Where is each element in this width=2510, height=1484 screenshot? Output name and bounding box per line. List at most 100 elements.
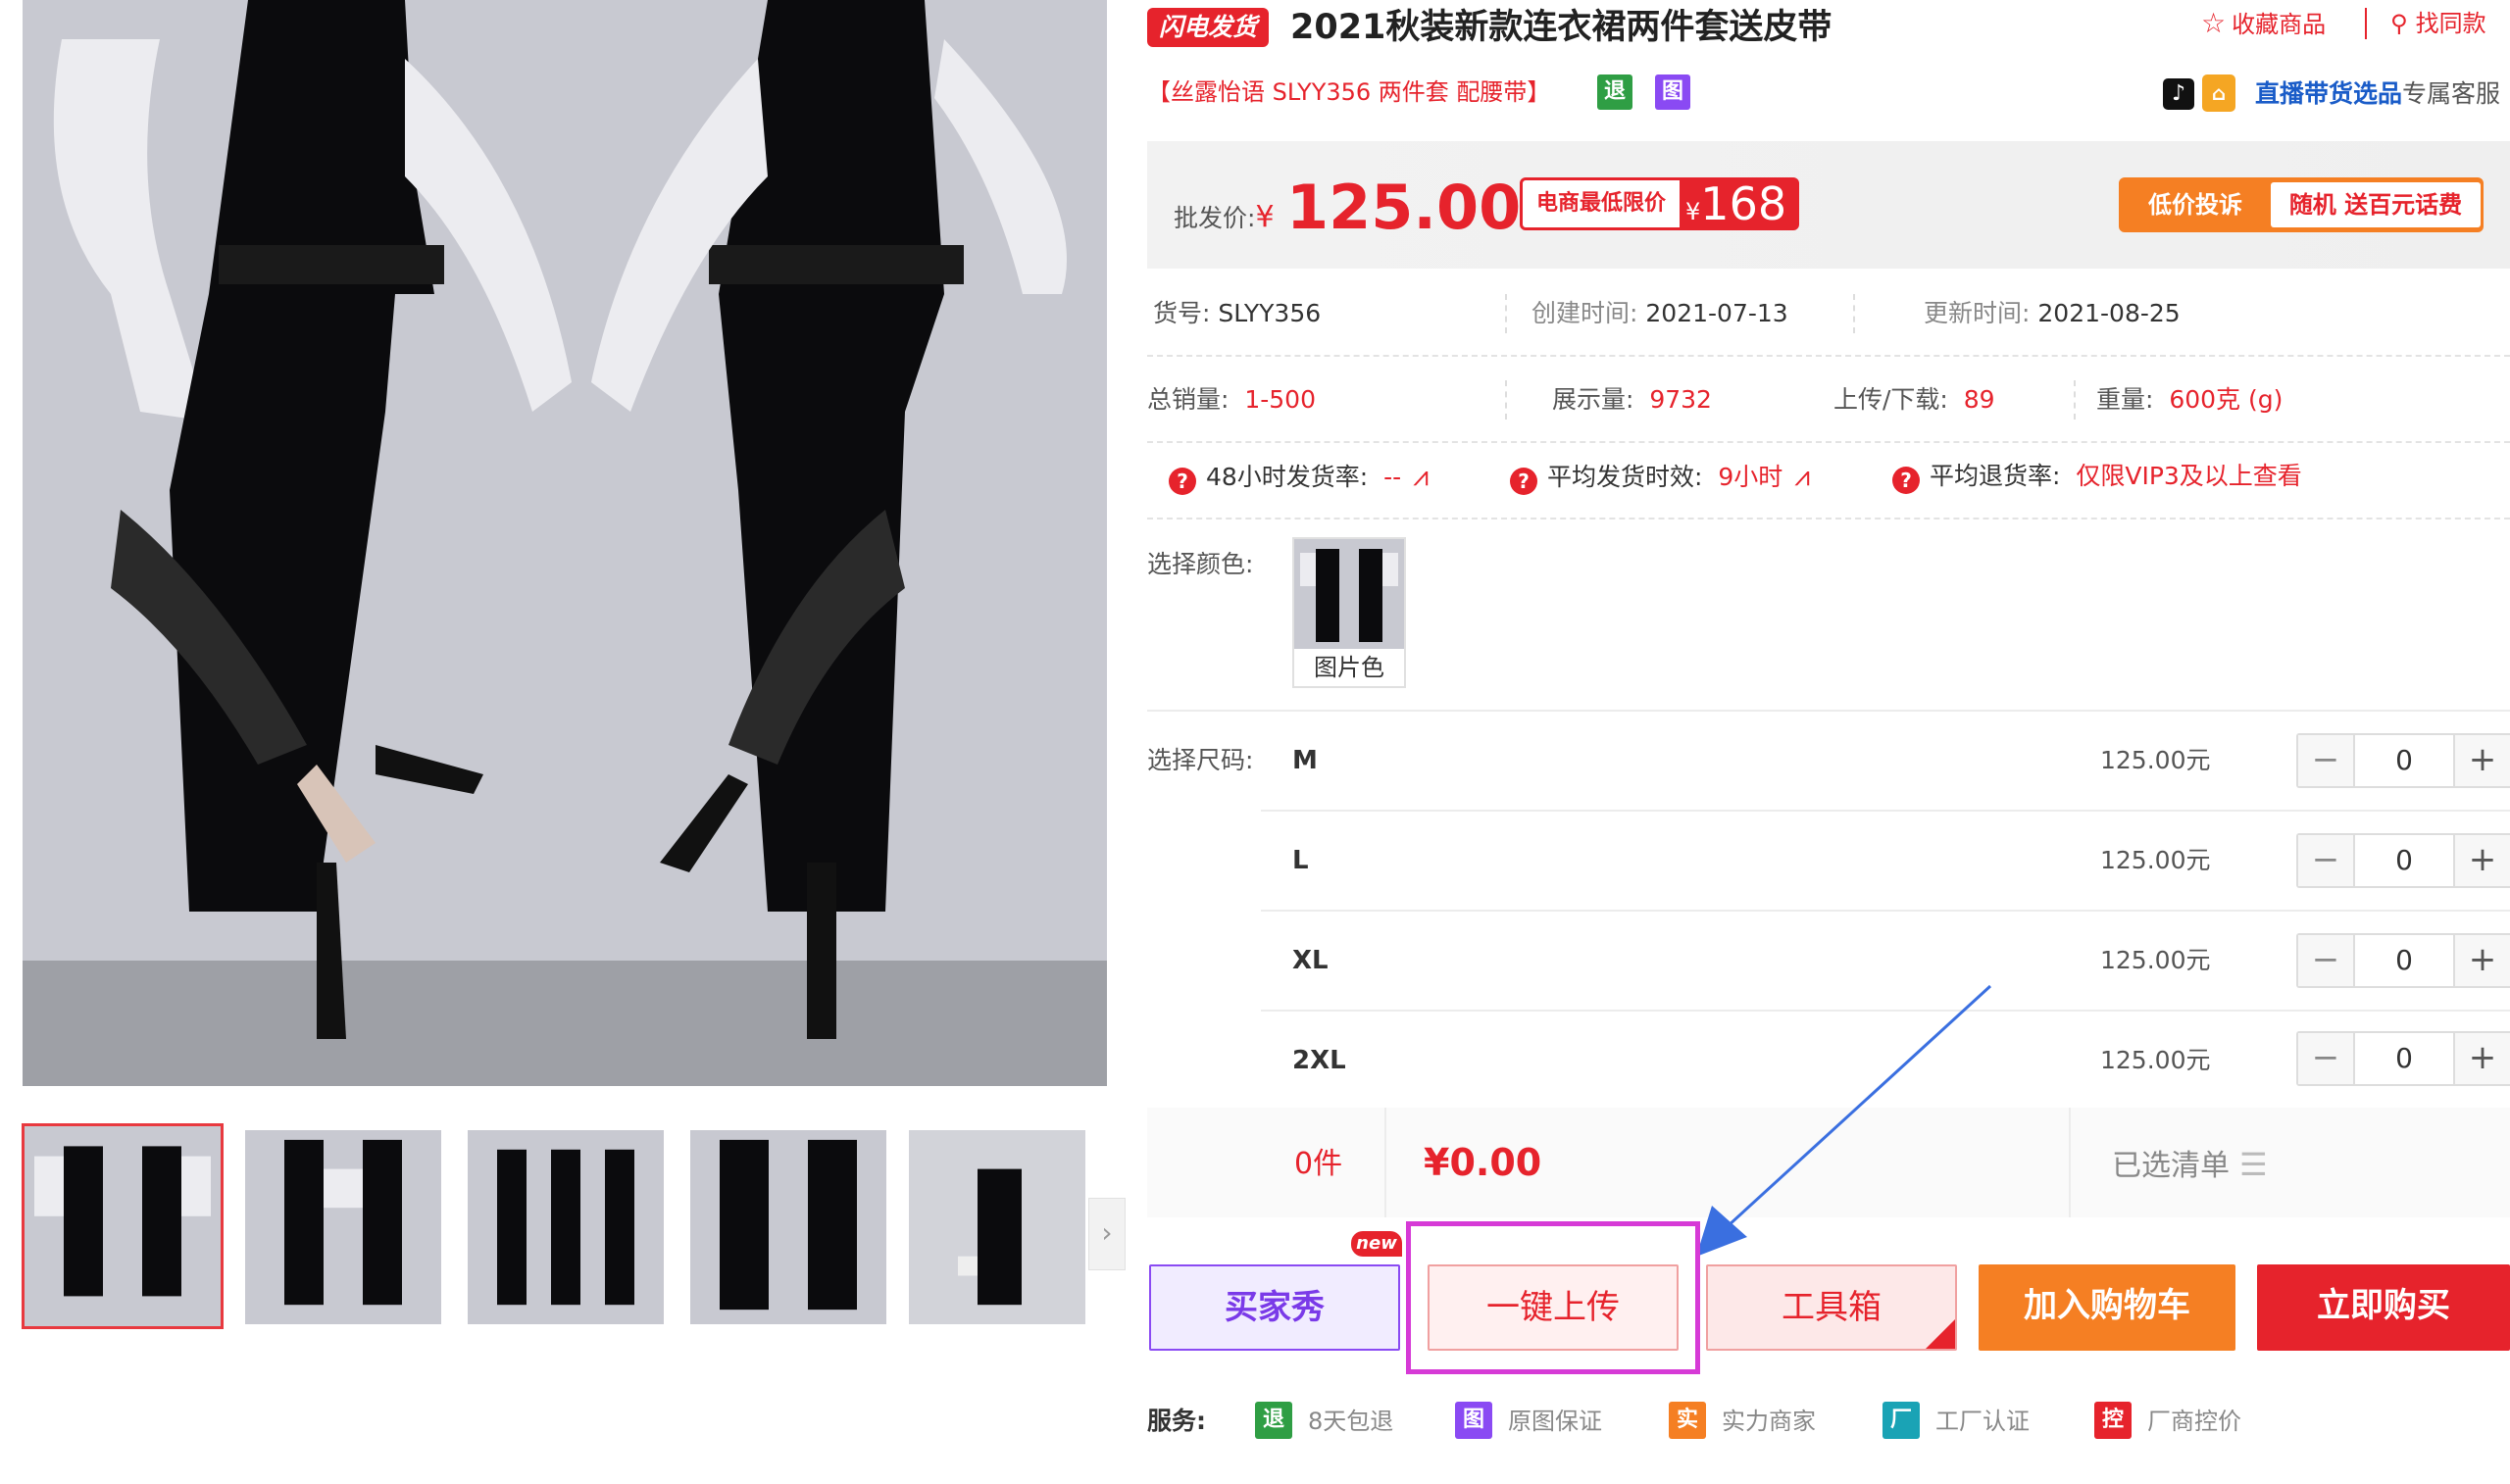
live-selection-link[interactable]: 直播带货选品专属客服 — [2255, 76, 2500, 112]
merchant-icon: 实 — [1669, 1402, 1706, 1439]
new-badge: new — [1351, 1231, 1402, 1257]
price-control-icon: 控 — [2094, 1402, 2132, 1439]
color-label: 选择颜色: — [1147, 550, 1254, 578]
weight-field: 重量: 600克 (g) — [2096, 385, 2284, 414]
quantity-input[interactable]: 0 — [2357, 735, 2451, 786]
created-field: 创建时间: 2021-07-13 — [1531, 299, 1788, 327]
help-icon[interactable]: ? — [1510, 468, 1537, 495]
thumbnail-4[interactable] — [690, 1130, 886, 1324]
color-option-label: 图片色 — [1314, 654, 1384, 681]
quantity-stepper: − 0 + — [2296, 733, 2510, 788]
buy-now-button[interactable]: 立即购买 — [2257, 1264, 2510, 1351]
service-strong-merchant: 实实力商家 — [1669, 1402, 1816, 1441]
row-separator — [1147, 710, 2510, 712]
product-title: 2021秋装新款连衣裙两件套送皮带 — [1290, 8, 1832, 47]
thumbnail-3[interactable] — [468, 1130, 664, 1324]
header-divider — [2365, 8, 2367, 39]
increase-button[interactable]: + — [2453, 835, 2510, 886]
avg-ship-time: ? 平均发货时效: 9小时 ⩘ — [1510, 459, 1810, 495]
quantity-input[interactable]: 0 — [2357, 935, 2451, 986]
size-label: 选择尺码: — [1147, 746, 1254, 774]
summary-divider — [1384, 1108, 1386, 1217]
sales-field: 总销量: 1-500 — [1147, 385, 1316, 414]
highlight-box — [1406, 1221, 1700, 1374]
toolbox-button[interactable]: 工具箱 — [1706, 1264, 1957, 1351]
decrease-button[interactable]: − — [2298, 835, 2355, 886]
image-icon: 图 — [1455, 1402, 1492, 1439]
increase-button[interactable]: + — [2453, 1033, 2510, 1084]
quantity-input[interactable]: 0 — [2357, 835, 2451, 886]
annotation-arrow — [1696, 984, 1992, 1257]
row-separator — [1147, 518, 2510, 519]
sku-field: 货号: SLYY356 — [1153, 299, 1322, 327]
price-label: 批发价:¥ — [1174, 200, 1275, 234]
star-icon: ☆ — [2201, 7, 2227, 39]
avg-return-rate: ? 平均退货率: 仅限VIP3及以上查看 — [1892, 459, 2302, 494]
divider — [2074, 380, 2076, 420]
add-to-cart-button[interactable]: 加入购物车 — [1979, 1264, 2235, 1351]
row-separator — [1261, 910, 2510, 912]
favorite-link[interactable]: ☆ 收藏商品 — [2201, 6, 2326, 42]
help-icon[interactable]: ? — [1892, 467, 1920, 494]
size-price: 125.00元 — [2100, 746, 2211, 774]
divider — [1505, 380, 1507, 420]
main-product-image[interactable] — [23, 0, 1107, 1086]
row-separator — [1147, 441, 2510, 443]
divider — [1505, 294, 1507, 333]
uploads-field: 上传/下载: 89 — [1833, 385, 1995, 414]
image-tag: 图 — [1655, 74, 1690, 110]
find-similar-link[interactable]: ⚲ 找同款 — [2390, 6, 2486, 41]
factory-icon: 厂 — [1882, 1402, 1920, 1439]
quantity-stepper: − 0 + — [2296, 833, 2510, 888]
trend-chart-icon[interactable]: ⩘ — [1413, 460, 1429, 492]
size-name: XL — [1292, 946, 1329, 975]
return-icon: 退 — [1255, 1402, 1292, 1439]
decrease-button[interactable]: − — [2298, 1033, 2355, 1084]
row-separator — [1261, 810, 2510, 812]
thumbnail-2[interactable] — [245, 1130, 441, 1324]
help-icon[interactable]: ? — [1169, 468, 1196, 495]
services-label: 服务: — [1147, 1407, 1206, 1435]
product-photo — [23, 0, 1107, 1086]
corner-triangle-icon — [1926, 1319, 1955, 1349]
min-price-badge: 电商最低限价 ¥168 — [1520, 177, 1800, 230]
increase-button[interactable]: + — [2453, 935, 2510, 986]
quantity-stepper: − 0 + — [2296, 933, 2510, 988]
divider — [1853, 294, 1855, 333]
ship48-rate: ? 48小时发货率: -- ⩘ — [1169, 459, 1429, 495]
flash-ship-badge: 闪电发货 — [1147, 8, 1270, 47]
size-name: L — [1292, 846, 1309, 875]
selected-list-toggle[interactable]: 已选清单 ☰ — [2112, 1145, 2268, 1186]
selected-count: 0件 — [1294, 1147, 1343, 1181]
list-icon: ☰ — [2239, 1146, 2268, 1183]
decrease-button[interactable]: − — [2298, 735, 2355, 786]
thumbnail-next-button[interactable]: › — [1088, 1198, 1126, 1270]
selected-total: ¥0.00 — [1424, 1141, 1542, 1184]
wholesale-price: 125.00 — [1286, 172, 1522, 243]
low-price-complaint-button[interactable]: 低价投诉 随机 送百元话费 — [2119, 177, 2484, 232]
quantity-input[interactable]: 0 — [2357, 1033, 2451, 1084]
service-factory-cert: 厂工厂认证 — [1882, 1402, 2030, 1441]
product-subtitle: 【丝露怡语 SLYY356 两件套 配腰带】 — [1147, 78, 1551, 106]
size-price: 125.00元 — [2100, 1046, 2211, 1074]
increase-button[interactable]: + — [2453, 735, 2510, 786]
thumbnail-5[interactable] — [909, 1130, 1085, 1324]
search-icon: ⚲ — [2390, 10, 2408, 37]
row-separator — [1147, 355, 2510, 357]
color-option-picture[interactable]: 图片色 — [1292, 537, 1406, 688]
size-price: 125.00元 — [2100, 846, 2211, 874]
service-original-image: 图原图保证 — [1455, 1402, 1602, 1441]
thumbnail-1[interactable] — [22, 1123, 224, 1329]
updated-field: 更新时间: 2021-08-25 — [1924, 299, 2181, 327]
return-tag: 退 — [1597, 74, 1632, 110]
thumbnail-strip: › — [22, 1122, 1126, 1329]
tiktok-icon: ♪ — [2163, 78, 2194, 110]
product-info-panel: 闪电发货 2021秋装新款连衣裙两件套送皮带 ☆ 收藏商品 ⚲ 找同款 【丝露怡语 … — [1147, 0, 2510, 1484]
decrease-button[interactable]: − — [2298, 935, 2355, 986]
color-option-thumbnail — [1294, 539, 1404, 649]
size-name: 2XL — [1292, 1046, 1346, 1075]
trend-chart-icon[interactable]: ⩘ — [1794, 460, 1810, 492]
service-price-control: 控厂商控价 — [2094, 1402, 2241, 1441]
buyer-show-button[interactable]: 买家秀 — [1149, 1264, 1400, 1351]
quantity-stepper: − 0 + — [2296, 1031, 2510, 1086]
